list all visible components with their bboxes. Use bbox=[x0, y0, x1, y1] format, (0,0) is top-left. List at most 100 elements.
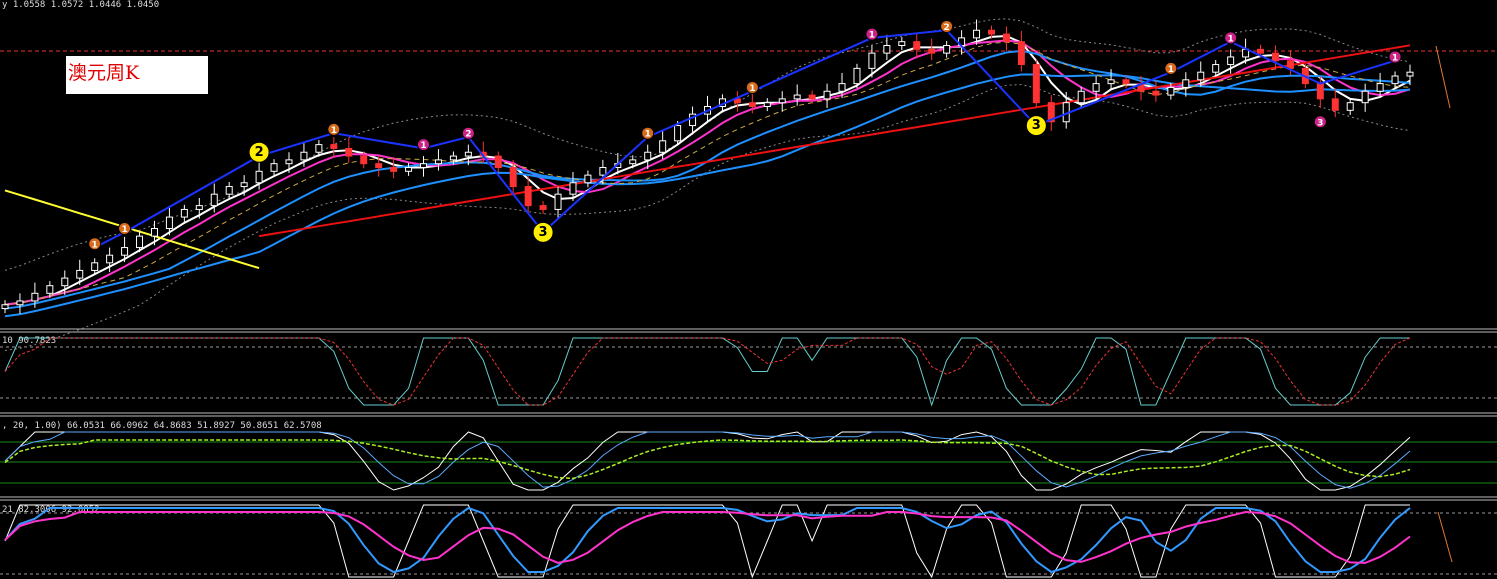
candle-body bbox=[1017, 41, 1025, 66]
pivot-marker-label: 1 bbox=[869, 31, 875, 41]
candle-body bbox=[778, 98, 786, 104]
candle-body bbox=[1346, 102, 1354, 111]
candle-body bbox=[674, 125, 682, 142]
candle-body bbox=[1361, 90, 1369, 104]
candle-body bbox=[405, 167, 413, 172]
candle-body bbox=[345, 147, 353, 157]
pivot-marker-label: 2 bbox=[944, 23, 950, 33]
candle-body bbox=[1107, 79, 1115, 85]
candle-body bbox=[285, 159, 293, 165]
candle-body bbox=[255, 170, 263, 184]
candle-body bbox=[195, 205, 203, 210]
candle-body bbox=[838, 83, 846, 92]
candle-body bbox=[853, 67, 861, 85]
pivot-marker-label: 2 bbox=[255, 145, 264, 160]
candle-body bbox=[1212, 64, 1220, 73]
stoch-d-line bbox=[4, 337, 1411, 406]
candle-body bbox=[1197, 71, 1205, 81]
candle-body bbox=[1257, 48, 1265, 54]
candle-body bbox=[180, 208, 188, 218]
pivot-marker-label: 3 bbox=[1317, 118, 1323, 128]
candle-body bbox=[91, 262, 99, 271]
candle-body bbox=[509, 167, 517, 188]
trend-arrow-line-rsi bbox=[1437, 511, 1453, 563]
candle-body bbox=[315, 144, 323, 153]
candle-body bbox=[121, 247, 129, 256]
candle-body bbox=[1092, 83, 1100, 92]
candle-body bbox=[150, 228, 158, 237]
candle-body bbox=[330, 144, 338, 149]
pivot-marker-label: 1 bbox=[121, 225, 127, 235]
candle-body bbox=[1032, 64, 1040, 104]
candle-body bbox=[31, 292, 39, 302]
candle-body bbox=[1182, 79, 1190, 88]
pivot-marker-label: 1 bbox=[1392, 53, 1398, 63]
candle-body bbox=[584, 174, 592, 184]
pivot-marker-label: 1 bbox=[645, 130, 651, 140]
candle-body bbox=[569, 182, 577, 195]
candle-body bbox=[240, 182, 248, 188]
candle-body bbox=[1391, 75, 1399, 85]
candle-body bbox=[913, 41, 921, 50]
candle-body bbox=[599, 167, 607, 176]
candle-body bbox=[1152, 90, 1160, 96]
candle-body bbox=[883, 45, 891, 54]
candle-body bbox=[1077, 90, 1085, 104]
candle-body bbox=[16, 300, 24, 306]
candle-body bbox=[494, 155, 502, 168]
candle-body bbox=[1227, 56, 1235, 66]
pivot-marker-label: 1 bbox=[92, 240, 98, 250]
pivot-marker-label: 3 bbox=[1032, 118, 1041, 133]
pivot-marker-label: 3 bbox=[539, 225, 548, 240]
rsi-line-white bbox=[4, 504, 1410, 579]
candle-body bbox=[629, 159, 637, 165]
candle-body bbox=[360, 155, 368, 165]
candle-body bbox=[1316, 83, 1324, 100]
stoch-k-line bbox=[4, 337, 1410, 407]
candle-body bbox=[1271, 52, 1279, 62]
candle-body bbox=[659, 140, 667, 153]
pivot-marker-label: 1 bbox=[1228, 34, 1234, 44]
candle-body bbox=[644, 151, 652, 161]
candle-body bbox=[61, 277, 69, 287]
macd-signal-line bbox=[4, 439, 1411, 480]
candle-body bbox=[270, 163, 278, 172]
candle-body bbox=[434, 159, 442, 165]
trend-arrow-line bbox=[1435, 45, 1451, 109]
candle-body bbox=[1122, 79, 1130, 85]
candle-body bbox=[420, 163, 428, 168]
candle-body bbox=[763, 102, 771, 107]
candle-body bbox=[793, 94, 801, 100]
candle-body bbox=[868, 52, 876, 69]
candle-body bbox=[748, 102, 756, 107]
candle-body bbox=[76, 269, 84, 279]
ma-red-line bbox=[258, 44, 1411, 238]
candle-body bbox=[1286, 60, 1294, 69]
candle-body bbox=[210, 193, 218, 207]
rsi-line-blue bbox=[4, 506, 1411, 574]
candle-body bbox=[1, 304, 9, 310]
candle-body bbox=[823, 90, 831, 100]
candle-body bbox=[898, 41, 906, 46]
candle-body bbox=[524, 186, 532, 207]
candle-body bbox=[449, 155, 457, 161]
candle-body bbox=[987, 29, 995, 35]
candle-body bbox=[300, 151, 308, 161]
candle-body bbox=[1406, 71, 1414, 77]
pivot-marker-label: 2 bbox=[465, 130, 471, 140]
candle-body bbox=[464, 151, 472, 157]
candle-body bbox=[375, 163, 383, 168]
band-upper bbox=[4, 18, 1411, 271]
candle-body bbox=[225, 186, 233, 195]
candle-body bbox=[928, 48, 936, 54]
band-lower bbox=[4, 83, 1411, 351]
candle-body bbox=[1002, 33, 1010, 43]
candle-body bbox=[554, 193, 562, 210]
price-chart: 1 1 2 1 1 2 3 1 1 1 2 3 1 1 3 1 bbox=[0, 18, 1497, 579]
candle-body bbox=[1331, 98, 1339, 111]
candle-body bbox=[808, 94, 816, 100]
pivot-marker-label: 1 bbox=[1168, 65, 1174, 75]
zigzag-line bbox=[94, 29, 1396, 249]
candle-body bbox=[943, 45, 951, 54]
candle-body bbox=[46, 285, 54, 294]
